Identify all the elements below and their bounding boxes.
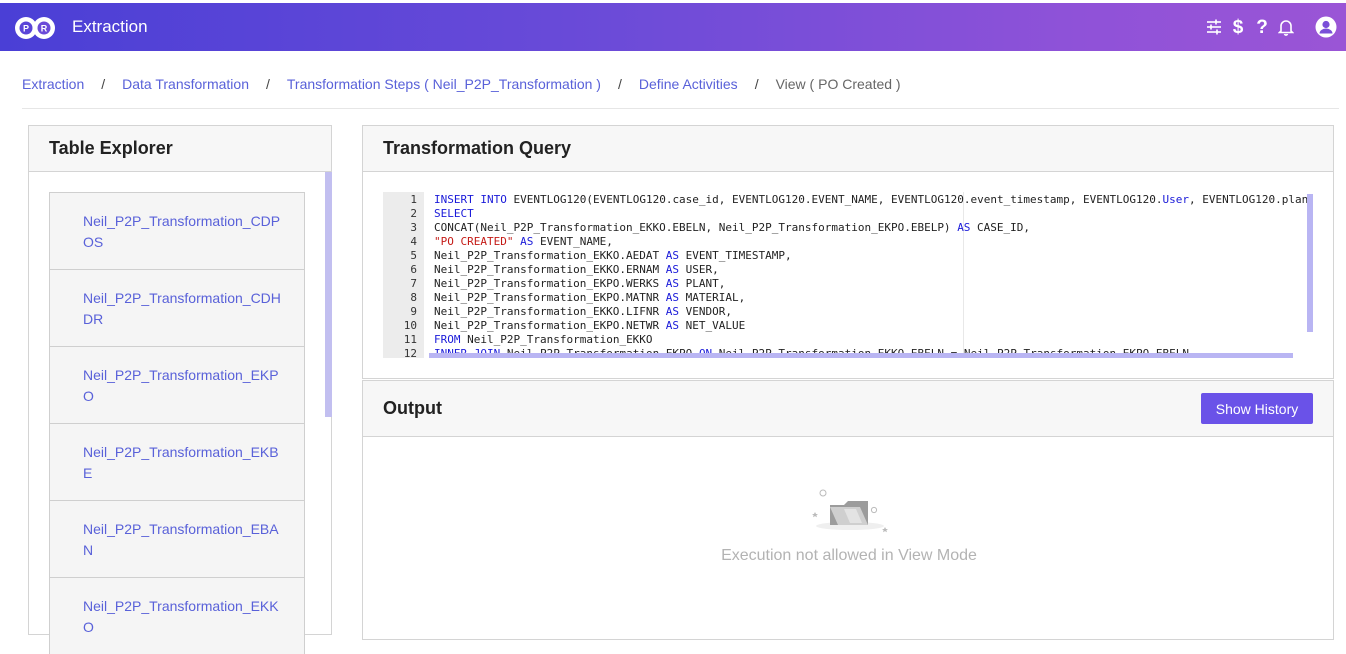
empty-state-message: Execution not allowed in View Mode	[721, 547, 977, 564]
line-number: 7	[410, 277, 417, 290]
line-number: 9	[410, 305, 417, 318]
svg-text:R: R	[41, 24, 48, 34]
code-line: 7 Neil_P2P_Transformation_EKPO.WERKS AS P…	[383, 277, 1313, 291]
empty-state: Execution not allowed in View Mode	[363, 485, 1335, 565]
svg-text:$: $	[1233, 17, 1244, 37]
code-line: 9 Neil_P2P_Transformation_EKKO.LIFNR AS V…	[383, 305, 1313, 319]
breadcrumb-separator: /	[101, 76, 106, 92]
code-text: INSERT INTO EVENTLOG120(EVENTLOG120.case…	[434, 193, 1313, 206]
table-item[interactable]: Neil_P2P_Transformation_CDPOS	[49, 192, 305, 269]
editor-vertical-scrollbar[interactable]	[1307, 194, 1313, 332]
line-number: 5	[410, 249, 417, 262]
top-icon-group: $ ?	[1202, 13, 1338, 41]
top-bar: P R Extraction $ ?	[0, 3, 1346, 51]
empty-folder-illustration-icon	[812, 489, 888, 533]
code-text: CONCAT(Neil_P2P_Transformation_EKKO.EBEL…	[434, 221, 1031, 234]
line-number: 2	[410, 207, 417, 220]
app-logo-icon[interactable]: P R	[14, 16, 56, 40]
help-icon[interactable]: ?	[1250, 13, 1274, 41]
line-number: 11	[403, 333, 417, 346]
code-text: Neil_P2P_Transformation_EKKO.ERNAM AS US…	[434, 263, 719, 276]
line-number: 10	[403, 319, 417, 332]
table-explorer-title: Table Explorer	[29, 126, 331, 172]
breadcrumb-transformation-steps[interactable]: Transformation Steps ( Neil_P2P_Transfor…	[287, 76, 601, 92]
line-number: 3	[410, 221, 417, 234]
dollar-icon[interactable]: $	[1226, 13, 1250, 41]
transformation-query-title: Transformation Query	[363, 126, 1333, 172]
code-text: Neil_P2P_Transformation_EKKO.LIFNR AS VE…	[434, 305, 733, 318]
transformation-query-panel: Transformation Query 1 INSERT INTO EVENTL…	[362, 125, 1334, 379]
show-history-button[interactable]: Show History	[1201, 393, 1313, 424]
code-line: 4 "PO CREATED" AS EVENT_NAME,	[383, 235, 1313, 249]
code-text: Neil_P2P_Transformation_EKPO.MATNR AS MA…	[434, 291, 746, 304]
code-line: 1 INSERT INTO EVENTLOG120(EVENTLOG120.cas…	[383, 193, 1313, 207]
breadcrumb-divider	[22, 108, 1339, 109]
svg-text:P: P	[23, 24, 29, 34]
table-item[interactable]: Neil_P2P_Transformation_EBAN	[49, 500, 305, 577]
editor-horizontal-scrollbar[interactable]	[429, 353, 1293, 358]
code-text: Neil_P2P_Transformation_EKKO.AEDAT AS EV…	[434, 249, 792, 262]
line-number: 1	[410, 193, 417, 206]
table-list: Neil_P2P_Transformation_CDPOS Neil_P2P_T…	[49, 192, 305, 654]
breadcrumb-define-activities[interactable]: Define Activities	[639, 76, 738, 92]
breadcrumb-separator: /	[754, 76, 759, 92]
breadcrumb-data-transformation[interactable]: Data Transformation	[122, 76, 249, 92]
output-title: Output	[363, 381, 1333, 437]
output-panel: Output Show History Execution not allowe…	[362, 380, 1334, 640]
code-text: Neil_P2P_Transformation_EKPO.NETWR AS NE…	[434, 319, 746, 332]
line-number: 6	[410, 263, 417, 276]
line-number: 8	[410, 291, 417, 304]
code-line: 11 FROM Neil_P2P_Transformation_EKKO	[383, 333, 1313, 347]
user-avatar-icon[interactable]	[1314, 13, 1338, 41]
breadcrumb-current-view: View ( PO Created )	[775, 76, 901, 92]
code-line: 3 CONCAT(Neil_P2P_Transformation_EKKO.EBE…	[383, 221, 1313, 235]
line-number: 4	[410, 235, 417, 248]
table-explorer-panel: Table Explorer Neil_P2P_Transformation_C…	[28, 125, 332, 654]
line-number: 12	[403, 347, 417, 358]
sql-code-editor[interactable]: 1 INSERT INTO EVENTLOG120(EVENTLOG120.cas…	[383, 192, 1313, 358]
code-line: 2 SELECT	[383, 207, 1313, 221]
code-line: 10 Neil_P2P_Transformation_EKPO.NETWR AS …	[383, 319, 1313, 333]
code-text: SELECT	[434, 207, 474, 220]
table-item[interactable]: Neil_P2P_Transformation_EKPO	[49, 346, 305, 423]
breadcrumb: Extraction / Data Transformation / Trans…	[22, 76, 901, 92]
app-title: Extraction	[72, 17, 148, 36]
table-item[interactable]: Neil_P2P_Transformation_CDHDR	[49, 269, 305, 346]
code-line: 6 Neil_P2P_Transformation_EKKO.ERNAM AS U…	[383, 263, 1313, 277]
code-text: FROM Neil_P2P_Transformation_EKKO	[434, 333, 653, 346]
breadcrumb-extraction[interactable]: Extraction	[22, 76, 84, 92]
svg-text:?: ?	[1256, 17, 1268, 37]
sliders-icon[interactable]	[1202, 13, 1226, 41]
breadcrumb-separator: /	[265, 76, 270, 92]
code-text: Neil_P2P_Transformation_EKPO.WERKS AS PL…	[434, 277, 726, 290]
code-line: 5 Neil_P2P_Transformation_EKKO.AEDAT AS E…	[383, 249, 1313, 263]
bell-icon[interactable]	[1274, 13, 1298, 41]
table-item[interactable]: Neil_P2P_Transformation_EKBE	[49, 423, 305, 500]
table-item[interactable]: Neil_P2P_Transformation_EKKO	[49, 577, 305, 654]
code-text: "PO CREATED" AS EVENT_NAME,	[434, 235, 613, 248]
code-lines: 1 INSERT INTO EVENTLOG120(EVENTLOG120.cas…	[383, 193, 1313, 358]
table-list-scrollbar[interactable]	[325, 172, 332, 417]
code-line: 8 Neil_P2P_Transformation_EKPO.MATNR AS M…	[383, 291, 1313, 305]
breadcrumb-separator: /	[617, 76, 622, 92]
